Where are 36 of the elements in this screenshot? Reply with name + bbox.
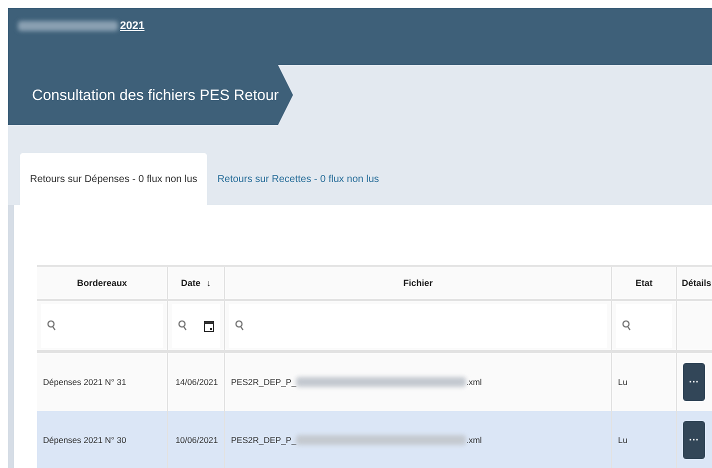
search-icon	[178, 320, 187, 331]
tab[interactable]: Retours sur Dépenses - 0 flux non lus	[20, 153, 208, 205]
search-icon	[47, 320, 56, 331]
filter-field[interactable]	[172, 304, 220, 348]
file-extension: .xml	[466, 435, 482, 445]
filter-field[interactable]	[229, 304, 607, 348]
column-header[interactable]: Fichier	[225, 267, 612, 301]
column-header[interactable]: Etat	[612, 267, 677, 301]
column-header[interactable]: Bordereaux	[37, 267, 168, 301]
tab[interactable]: Retours sur Recettes - 0 flux non lus	[207, 153, 390, 205]
column-header[interactable]: Date ↓	[168, 267, 225, 301]
filter-field[interactable]	[41, 304, 163, 348]
file-name: PES2R_DEP_P_	[231, 435, 296, 445]
table-cell: Dépenses 2021 N° 30	[37, 411, 168, 468]
search-icon	[235, 320, 244, 331]
file-extension: .xml	[466, 377, 482, 387]
filter-field[interactable]	[616, 304, 672, 348]
page-title: Consultation des fichiers PES Retour	[8, 65, 293, 125]
file-name: PES2R_DEP_P_	[231, 377, 296, 387]
column-title: Détails	[682, 278, 712, 288]
calendar-icon[interactable]	[204, 320, 214, 332]
breadcrumb-link[interactable]: 2021	[120, 20, 144, 32]
column-title: Etat	[635, 278, 652, 288]
search-icon	[622, 320, 631, 331]
table-cell: 10/06/2021	[168, 411, 225, 468]
column-title: Date	[180, 278, 200, 288]
details-button[interactable]: ···	[683, 363, 705, 401]
column-title: Fichier	[403, 278, 433, 288]
table-cell: Lu	[612, 353, 677, 411]
column-title: Bordereaux	[76, 278, 128, 288]
column-header[interactable]: Détails	[677, 267, 712, 301]
table-cell: Lu	[612, 411, 677, 468]
sort-indicator[interactable]: ↓	[206, 278, 211, 288]
table-cell: 14/06/2021	[168, 353, 225, 411]
details-button[interactable]: ···	[683, 421, 705, 459]
table-cell: Dépenses 2021 N° 31	[37, 353, 168, 411]
